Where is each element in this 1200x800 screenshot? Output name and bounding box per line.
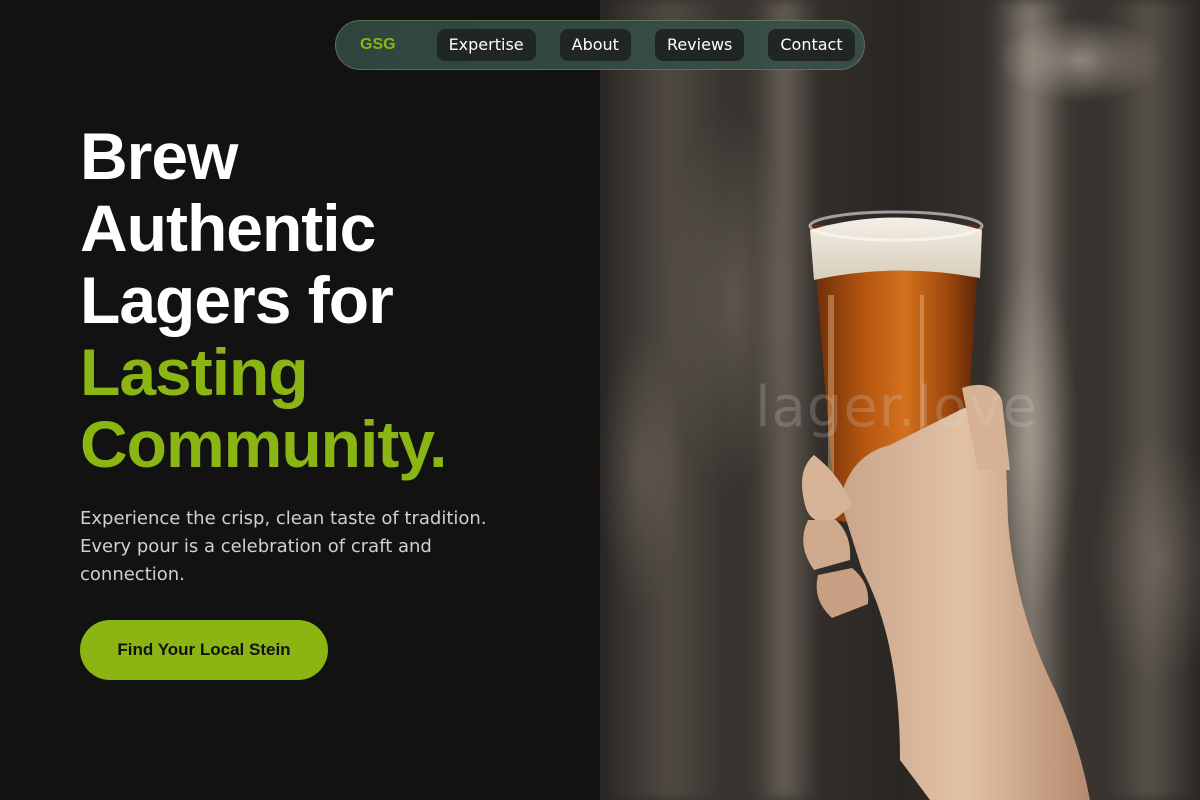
find-local-stein-button[interactable]: Find Your Local Stein xyxy=(80,620,328,680)
nav-link-expertise[interactable]: Expertise xyxy=(436,29,536,61)
headline-line: Authentic xyxy=(80,191,376,265)
nav-link-reviews[interactable]: Reviews xyxy=(654,29,745,61)
hero-section: Brew Authentic Lagers for Lasting Commun… xyxy=(80,120,580,589)
headline-accent-line: Lasting xyxy=(80,335,309,409)
arm xyxy=(840,405,1090,800)
headline-line: Brew xyxy=(80,119,238,193)
hero-photo: lager.love xyxy=(600,0,1200,800)
top-navigation: GSG Expertise About Reviews Contact xyxy=(335,20,865,70)
hero-headline: Brew Authentic Lagers for Lasting Commun… xyxy=(80,120,580,480)
nav-link-about[interactable]: About xyxy=(559,29,631,61)
landing-page: lager.love GSG Expertise About Reviews C… xyxy=(0,0,1200,800)
headline-accent-line: Community. xyxy=(80,407,447,481)
watermark-text: lager.love xyxy=(755,375,1038,440)
nav-link-contact[interactable]: Contact xyxy=(768,29,855,61)
hero-subtext: Experience the crisp, clean taste of tra… xyxy=(80,508,487,585)
logo-link[interactable]: GSG xyxy=(360,36,396,54)
headline-line: Lagers for xyxy=(80,263,394,337)
